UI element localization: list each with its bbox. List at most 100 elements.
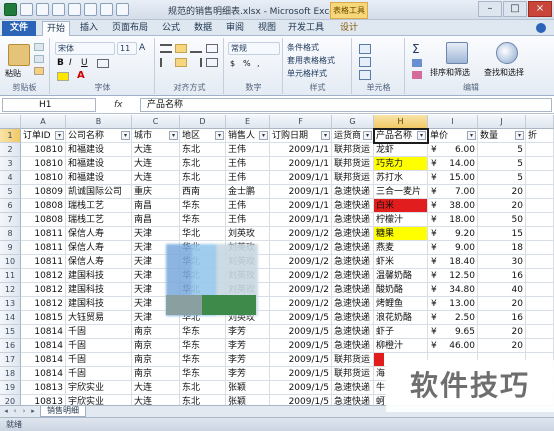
row-header[interactable]: 5 [0,185,21,199]
table-cell[interactable]: 2009/1/5 [270,381,332,395]
name-box[interactable]: H1 [2,98,96,112]
table-cell[interactable]: 华东 [180,339,226,353]
sheet-tab-sales[interactable]: 销售明细 [40,406,86,417]
table-cell[interactable]: 急速快递 [332,339,374,353]
table-cell[interactable]: 瑞栈工艺 [66,199,132,213]
table-cell[interactable]: 16 [478,311,526,325]
table-cell[interactable] [526,297,554,311]
table-cell[interactable]: 2009/1/1 [270,143,332,157]
table-cell[interactable]: 15 [478,227,526,241]
table-cell[interactable] [526,325,554,339]
row-header[interactable]: 4 [0,171,21,185]
table-cell[interactable]: 张颖 [226,395,270,405]
table-cell[interactable]: 10811 [21,227,66,241]
table-cell[interactable] [526,311,554,325]
table-cell[interactable]: 天津 [132,227,180,241]
row-header[interactable]: 11 [0,269,21,283]
table-cell[interactable]: 联邦货运 [332,171,374,185]
table-cell[interactable]: 20 [478,185,526,199]
last-sheet-icon[interactable]: ▸ [29,407,37,416]
tab-insert[interactable]: 插入 [76,21,102,36]
table-cell[interactable]: ¥2.50 [428,311,478,325]
tab-data[interactable]: 数据 [190,21,216,36]
table-header-cell[interactable]: 产品名称 ▾ [373,128,429,144]
insert-cells-icon[interactable] [359,44,371,54]
table-cell[interactable]: 瑞栈工艺 [66,213,132,227]
table-cell[interactable]: 10814 [21,367,66,381]
table-cell[interactable]: 宇欣实业 [66,381,132,395]
paste-icon[interactable] [8,44,30,66]
sort-icon[interactable] [100,3,113,16]
row-header-1[interactable]: 1 [0,129,21,143]
table-cell[interactable]: 急速快递 [332,227,374,241]
table-cell[interactable]: 2009/1/5 [270,311,332,325]
save-icon[interactable] [20,3,33,16]
table-cell[interactable]: 2009/1/2 [270,227,332,241]
table-cell[interactable]: 华东 [180,353,226,367]
table-cell[interactable]: 南京 [132,325,180,339]
table-cell[interactable]: ¥12.50 [428,269,478,283]
table-cell[interactable]: 联邦货运 [332,353,374,367]
align-middle-icon[interactable] [175,44,187,53]
table-cell[interactable]: 2009/1/5 [270,353,332,367]
filter-dropdown-icon[interactable]: ▾ [417,131,426,140]
table-cell[interactable]: 2009/1/1 [270,199,332,213]
table-cell[interactable]: 王伟 [226,157,270,171]
table-cell[interactable] [526,339,554,353]
table-cell[interactable]: 急速快递 [332,269,374,283]
table-cell[interactable]: 华东 [180,213,226,227]
next-sheet-icon[interactable]: › [20,407,28,416]
table-cell[interactable]: 华东 [180,325,226,339]
filter-dropdown-icon[interactable]: ▾ [215,131,224,140]
currency-icon[interactable]: $ [230,59,235,68]
underline-button[interactable]: U [81,58,88,68]
fx-icon[interactable]: fx [114,98,134,112]
table-cell[interactable]: 王伟 [226,171,270,185]
fill-color-icon[interactable] [57,72,69,81]
align-center-icon[interactable] [175,58,187,67]
print-preview-icon[interactable] [84,3,97,16]
prev-sheet-icon[interactable]: ‹ [11,407,19,416]
table-cell[interactable]: 和福建设 [66,171,132,185]
table-cell[interactable] [526,241,554,255]
table-cell[interactable]: 重庆 [132,185,180,199]
filter-dropdown-icon[interactable]: ▾ [121,131,130,140]
table-cell[interactable]: 急速快递 [332,297,374,311]
table-cell[interactable]: ¥13.00 [428,297,478,311]
table-cell[interactable]: 三合一麦片 [374,185,428,199]
table-cell[interactable]: 急速快递 [332,283,374,297]
table-cell[interactable]: 20 [478,199,526,213]
italic-button[interactable]: I [69,58,72,68]
table-cell[interactable]: 联邦货运 [332,143,374,157]
minimize-icon[interactable]: – [478,1,502,17]
table-cell[interactable]: 金士鹏 [226,185,270,199]
row-header[interactable]: 3 [0,157,21,171]
table-cell[interactable]: 凯诚国际公司 [66,185,132,199]
close-icon[interactable]: × [528,1,552,17]
table-cell[interactable]: 16 [478,269,526,283]
table-cell[interactable]: 40 [478,283,526,297]
grow-font-icon[interactable]: A [139,43,145,53]
table-cell[interactable]: 10814 [21,353,66,367]
filter-dropdown-icon[interactable]: ▾ [321,131,330,140]
table-cell[interactable]: 李芳 [226,325,270,339]
find-select-icon[interactable] [496,42,518,64]
table-cell[interactable]: 10811 [21,255,66,269]
table-cell[interactable]: 龙虾 [374,143,428,157]
column-header-a[interactable]: A [21,115,66,129]
table-cell[interactable]: 2009/1/2 [270,283,332,297]
table-cell[interactable]: 千固 [66,367,132,381]
table-cell[interactable]: 温馨奶酪 [374,269,428,283]
formula-input[interactable]: 产品名称 [140,98,552,112]
table-cell[interactable]: 东北 [180,381,226,395]
table-cell[interactable]: 和福建设 [66,143,132,157]
column-header-e[interactable]: E [226,115,270,129]
table-cell[interactable]: 大连 [132,395,180,405]
row-header[interactable]: 10 [0,255,21,269]
row-header[interactable]: 17 [0,353,21,367]
wrap-text-icon[interactable] [206,44,218,53]
column-header-g[interactable]: G [332,115,374,129]
copy-icon[interactable] [34,55,44,63]
table-cell[interactable]: 10813 [21,381,66,395]
align-top-icon[interactable] [160,44,172,53]
